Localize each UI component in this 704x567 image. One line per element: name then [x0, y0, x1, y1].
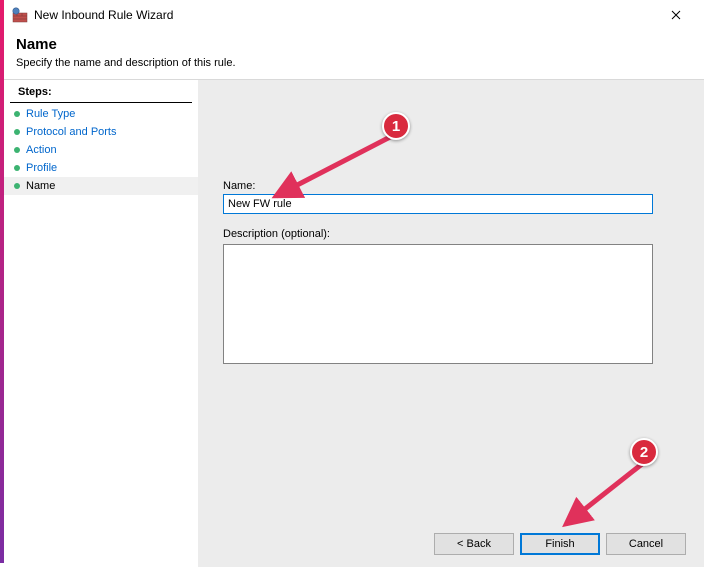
finish-button[interactable]: Finish — [520, 533, 600, 555]
wizard-header: Name Specify the name and description of… — [4, 30, 704, 80]
step-label: Action — [26, 144, 57, 156]
annotation-number: 2 — [640, 444, 648, 461]
firewall-icon — [12, 7, 28, 23]
annotation-callout-1: 1 — [382, 112, 410, 140]
page-subtitle: Specify the name and description of this… — [16, 57, 692, 69]
step-profile[interactable]: Profile — [4, 159, 198, 177]
description-input[interactable] — [223, 244, 653, 364]
step-label: Protocol and Ports — [26, 126, 117, 138]
bullet-icon — [14, 129, 20, 135]
steps-sidebar: Steps: Rule Type Protocol and Ports Acti… — [4, 80, 199, 567]
wizard-footer: < Back Finish Cancel — [434, 533, 686, 555]
annotation-number: 1 — [392, 118, 400, 135]
name-input[interactable] — [223, 194, 653, 214]
description-label: Description (optional): — [223, 228, 680, 240]
step-rule-type[interactable]: Rule Type — [4, 105, 198, 123]
step-label: Profile — [26, 162, 57, 174]
step-action[interactable]: Action — [4, 141, 198, 159]
bullet-icon — [14, 165, 20, 171]
step-name[interactable]: Name — [4, 177, 198, 195]
window-title: New Inbound Rule Wizard — [34, 8, 656, 22]
name-label: Name: — [223, 180, 680, 192]
steps-header: Steps: — [10, 80, 192, 103]
titlebar: New Inbound Rule Wizard — [4, 0, 704, 30]
cancel-button[interactable]: Cancel — [606, 533, 686, 555]
step-label: Rule Type — [26, 108, 75, 120]
main-panel: Name: Description (optional): < Back Fin… — [199, 80, 704, 567]
bullet-icon — [14, 183, 20, 189]
back-button[interactable]: < Back — [434, 533, 514, 555]
step-protocol-ports[interactable]: Protocol and Ports — [4, 123, 198, 141]
bullet-icon — [14, 147, 20, 153]
annotation-callout-2: 2 — [630, 438, 658, 466]
page-title: Name — [16, 36, 692, 53]
close-button[interactable] — [656, 1, 696, 29]
bullet-icon — [14, 111, 20, 117]
step-label: Name — [26, 180, 55, 192]
